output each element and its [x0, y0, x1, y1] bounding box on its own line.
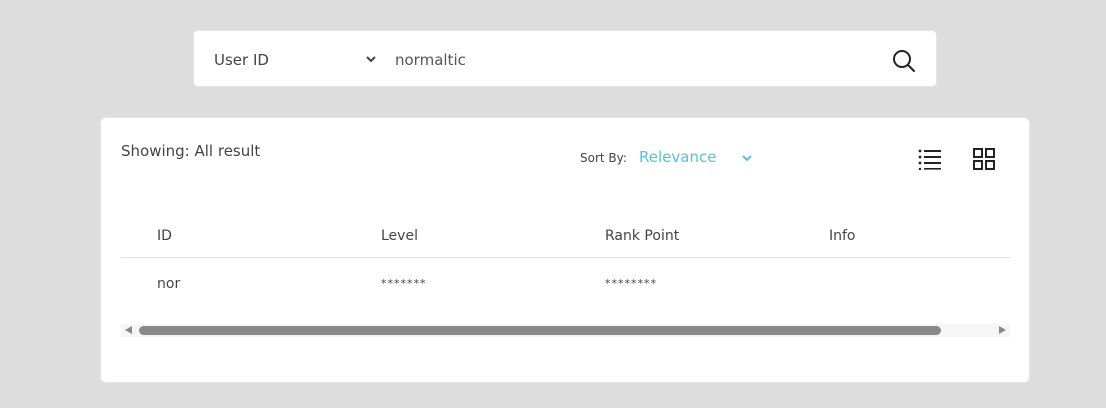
scrollbar-thumb[interactable] — [139, 326, 941, 335]
horizontal-scrollbar[interactable] — [121, 324, 1010, 337]
scroll-left-icon[interactable] — [125, 326, 132, 334]
search-bar: User ID — [193, 30, 937, 87]
chevron-down-icon — [366, 56, 376, 63]
column-header-level: Level — [381, 228, 418, 244]
grid-view-icon[interactable] — [973, 148, 995, 170]
scroll-right-icon[interactable] — [999, 326, 1006, 334]
results-table: ID Level Rank Point Info nor ******* ***… — [121, 218, 1010, 298]
cell-rank-point: ******** — [605, 277, 657, 290]
search-filter-select[interactable]: User ID — [214, 31, 384, 88]
column-header-rank-point: Rank Point — [605, 228, 680, 244]
sort-by-label: Sort By: — [580, 151, 627, 165]
search-input[interactable] — [395, 45, 875, 75]
results-panel: Showing: All result Sort By: Relevance I… — [100, 117, 1030, 383]
table-row[interactable]: nor ******* ******** — [121, 258, 1010, 298]
sort-value: Relevance — [639, 148, 717, 166]
cell-id: nor — [157, 276, 181, 292]
cell-level: ******* — [381, 277, 427, 290]
column-header-id: ID — [157, 228, 172, 244]
sort-select[interactable]: Relevance — [639, 148, 759, 170]
list-view-icon[interactable] — [918, 148, 942, 170]
table-header: ID Level Rank Point Info — [121, 218, 1010, 258]
search-icon[interactable] — [891, 48, 917, 74]
showing-text: Showing: All result — [121, 142, 261, 160]
column-header-info: Info — [829, 228, 856, 244]
chevron-down-icon — [742, 155, 752, 162]
search-filter-label: User ID — [214, 50, 269, 69]
